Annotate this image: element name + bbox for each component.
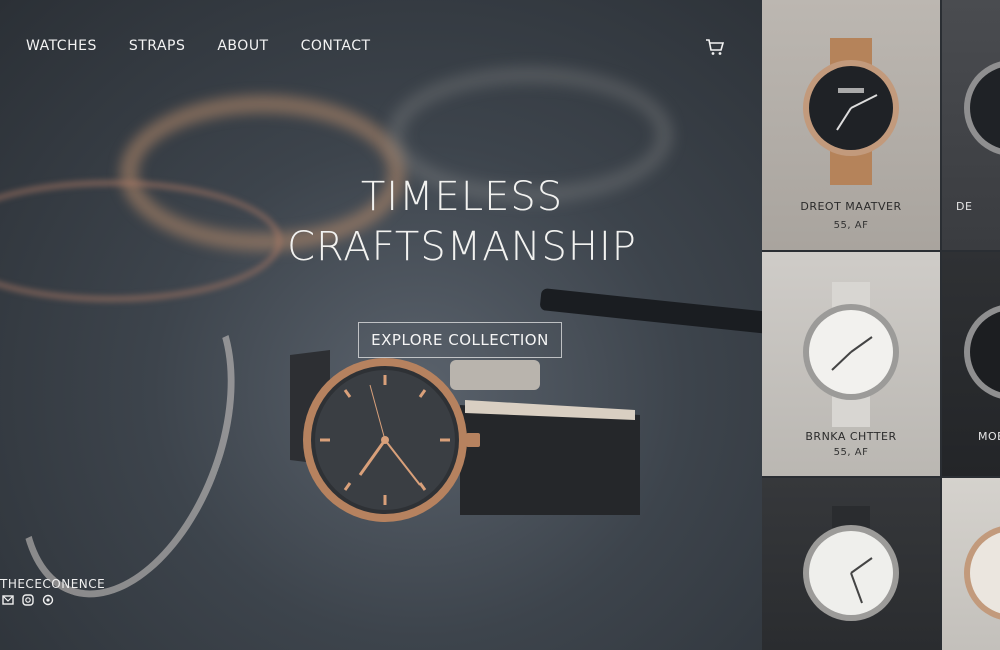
product-name: DREOT MAATVER bbox=[800, 200, 902, 213]
blurred-strap bbox=[539, 288, 762, 334]
headline-line-1: TIMELESS bbox=[360, 174, 564, 220]
hero-headline: TIMELESS CRAFTSMANSHIP bbox=[262, 172, 662, 272]
explore-collection-button[interactable]: EXPLORE COLLECTION bbox=[358, 322, 562, 358]
product-name: MOE bbox=[978, 430, 1000, 443]
main-nav: WATCHES STRAPS ABOUT CONTACT bbox=[26, 38, 403, 54]
hero-watch-image bbox=[290, 350, 640, 522]
product-watch-image bbox=[964, 61, 1000, 155]
brand-name: THECECONENCE bbox=[0, 577, 106, 591]
nav-straps[interactable]: STRAPS bbox=[129, 38, 186, 54]
product-name: DE bbox=[956, 200, 973, 213]
product-card[interactable] bbox=[762, 478, 940, 650]
product-card[interactable]: BRNKA CHTTER 55, AF bbox=[762, 252, 940, 476]
nav-contact[interactable]: CONTACT bbox=[301, 38, 371, 54]
mail-icon[interactable] bbox=[2, 594, 14, 606]
cart-icon[interactable] bbox=[705, 38, 725, 56]
product-watch-image bbox=[803, 282, 899, 427]
product-card[interactable]: MOE bbox=[942, 252, 1000, 476]
product-card[interactable]: DREOT MAATVER 55, AF bbox=[762, 0, 940, 250]
product-watch-image bbox=[803, 38, 899, 185]
instagram-icon[interactable] bbox=[22, 594, 34, 606]
nav-watches[interactable]: WATCHES bbox=[26, 38, 97, 54]
product-grid: DREOT MAATVER 55, AF DE BRNKA CHTTER 55,… bbox=[762, 0, 1000, 650]
product-watch-image bbox=[803, 506, 899, 621]
headline-line-2: CRAFTSMANSHIP bbox=[287, 224, 637, 270]
nav-about[interactable]: ABOUT bbox=[217, 38, 268, 54]
social-icons bbox=[2, 594, 54, 606]
product-price: 55, AF bbox=[833, 220, 869, 231]
product-price: 55, AF bbox=[833, 447, 869, 458]
circle-icon[interactable] bbox=[42, 594, 54, 606]
product-watch-image bbox=[964, 526, 1000, 620]
hero-section: WATCHES STRAPS ABOUT CONTACT TIMELESS CR… bbox=[0, 0, 762, 650]
silver-cable bbox=[0, 246, 276, 628]
product-name: BRNKA CHTTER bbox=[805, 430, 897, 443]
product-card[interactable] bbox=[942, 478, 1000, 650]
product-card[interactable]: DE bbox=[942, 0, 1000, 250]
product-watch-image bbox=[964, 305, 1000, 399]
